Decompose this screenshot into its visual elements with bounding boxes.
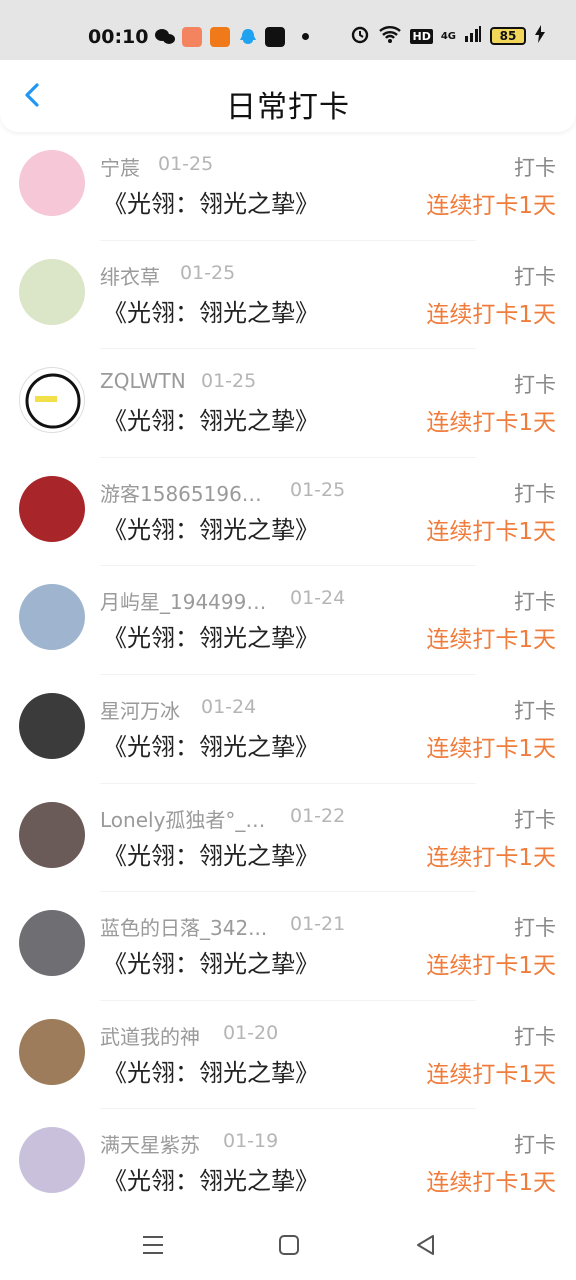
entry-date: 01-21 xyxy=(290,913,346,936)
entry-date: 01-25 xyxy=(180,261,236,284)
list-item[interactable]: 游客158651962... 01-25 打卡 《光翎：翎光之挚》 连续打卡1天 xyxy=(0,458,576,567)
status-time: 00:10 xyxy=(88,26,149,48)
avatar[interactable] xyxy=(19,584,85,651)
avatar[interactable] xyxy=(19,258,85,325)
checkin-tag: 打卡 xyxy=(514,1133,556,1158)
book-title[interactable]: 《光翎：翎光之挚》 xyxy=(103,1053,319,1088)
checkin-tag: 打卡 xyxy=(514,373,556,398)
battery-icon: 85 xyxy=(490,27,526,45)
avatar[interactable] xyxy=(19,801,85,868)
book-title[interactable]: 《光翎：翎光之挚》 xyxy=(103,401,319,436)
checkin-tag: 打卡 xyxy=(514,481,556,506)
list-item[interactable]: 武道我的神 01-20 打卡 《光翎：翎光之挚》 连续打卡1天 xyxy=(0,1001,576,1110)
checkin-tag: 打卡 xyxy=(514,916,556,941)
download-icon xyxy=(210,27,230,47)
checkin-tag: 打卡 xyxy=(514,698,556,723)
list-item[interactable]: 星河万冰 01-24 打卡 《光翎：翎光之挚》 连续打卡1天 xyxy=(0,675,576,784)
streak-label: 连续打卡1天 xyxy=(426,410,556,437)
dot-icon xyxy=(302,33,309,40)
list-item[interactable]: 月屿星_1944999... 01-24 打卡 《光翎：翎光之挚》 连续打卡1天 xyxy=(0,566,576,675)
checkin-list: 宁莀 01-25 打卡 《光翎：翎光之挚》 连续打卡1天 绯衣草 01-25 打… xyxy=(0,132,576,1218)
charging-icon xyxy=(534,25,546,47)
user-name[interactable]: 星河万冰 xyxy=(100,695,180,724)
avatar[interactable] xyxy=(19,692,85,759)
entry-date: 01-19 xyxy=(223,1130,279,1153)
streak-label: 连续打卡1天 xyxy=(426,735,556,762)
streak-label: 连续打卡1天 xyxy=(426,518,556,545)
app-icon-orange xyxy=(182,27,202,47)
checkin-tag: 打卡 xyxy=(514,156,556,180)
menu-icon xyxy=(143,1236,163,1254)
home-button[interactable] xyxy=(276,1232,302,1258)
book-title[interactable]: 《光翎：翎光之挚》 xyxy=(103,618,319,653)
streak-label: 连续打卡1天 xyxy=(426,953,556,980)
streak-label: 连续打卡1天 xyxy=(426,1170,556,1197)
streak-label: 连续打卡1天 xyxy=(426,193,556,219)
checkin-tag: 打卡 xyxy=(514,1024,556,1049)
entry-date: 01-25 xyxy=(158,153,214,175)
entry-date: 01-22 xyxy=(290,804,346,827)
user-name[interactable]: ZQLWTN xyxy=(100,369,186,393)
list-item[interactable]: 满天星紫苏 01-19 打卡 《光翎：翎光之挚》 连续打卡1天 xyxy=(0,1109,576,1218)
book-title[interactable]: 《光翎：翎光之挚》 xyxy=(103,727,319,762)
hd-icon: HD xyxy=(410,28,433,44)
entry-date: 01-20 xyxy=(223,1021,279,1044)
checkin-tag: 打卡 xyxy=(514,264,556,289)
checkin-tag: 打卡 xyxy=(514,807,556,832)
system-navbar xyxy=(0,1210,576,1280)
user-name[interactable]: 满天星紫苏 xyxy=(100,1129,200,1158)
user-name[interactable]: 绯衣草 xyxy=(100,261,160,290)
wechat-icon xyxy=(154,27,175,47)
user-name[interactable]: 游客158651962... xyxy=(100,478,272,507)
book-title[interactable]: 《光翎：翎光之挚》 xyxy=(103,184,319,219)
entry-date: 01-24 xyxy=(201,695,257,718)
network-label: 4G xyxy=(440,30,456,42)
avatar[interactable] xyxy=(19,910,85,977)
tiktok-icon xyxy=(265,27,285,47)
book-title[interactable]: 《光翎：翎光之挚》 xyxy=(103,1161,319,1196)
entry-date: 01-24 xyxy=(290,587,346,610)
user-name[interactable]: 宁莀 xyxy=(100,152,140,181)
menu-button[interactable] xyxy=(140,1232,166,1258)
avatar[interactable] xyxy=(19,1018,85,1085)
status-bar: 00:10 HD 4G 85 xyxy=(0,0,576,60)
book-title[interactable]: 《光翎：翎光之挚》 xyxy=(103,510,319,545)
book-title[interactable]: 《光翎：翎光之挚》 xyxy=(103,944,319,979)
user-name[interactable]: Lonely孤独者°_5... xyxy=(100,804,272,833)
header: 日常打卡 xyxy=(0,60,576,132)
book-title[interactable]: 《光翎：翎光之挚》 xyxy=(103,836,319,871)
triangle-back-icon xyxy=(417,1235,434,1255)
status-right: HD 4G 85 xyxy=(350,24,546,48)
avatar[interactable] xyxy=(19,150,85,216)
user-name[interactable]: 蓝色的日落_342... xyxy=(100,912,267,941)
book-title[interactable]: 《光翎：翎光之挚》 xyxy=(103,293,319,328)
avatar[interactable] xyxy=(19,475,85,542)
entry-date: 01-25 xyxy=(201,370,257,393)
qq-icon xyxy=(238,27,258,47)
list-item[interactable]: 宁莀 01-25 打卡 《光翎：翎光之挚》 连续打卡1天 xyxy=(0,132,576,241)
streak-label: 连续打卡1天 xyxy=(426,301,556,328)
avatar[interactable] xyxy=(19,367,85,434)
user-name[interactable]: 武道我的神 xyxy=(100,1021,200,1050)
signal-icon xyxy=(464,25,482,47)
streak-label: 连续打卡1天 xyxy=(426,627,556,654)
list-item[interactable]: Lonely孤独者°_5... 01-22 打卡 《光翎：翎光之挚》 连续打卡1… xyxy=(0,784,576,893)
list-item[interactable]: 蓝色的日落_342... 01-21 打卡 《光翎：翎光之挚》 连续打卡1天 xyxy=(0,892,576,1001)
back-nav-button[interactable] xyxy=(413,1232,439,1258)
list-item[interactable]: 绯衣草 01-25 打卡 《光翎：翎光之挚》 连续打卡1天 xyxy=(0,241,576,350)
streak-label: 连续打卡1天 xyxy=(426,844,556,871)
list-item[interactable]: ZQLWTN 01-25 打卡 《光翎：翎光之挚》 连续打卡1天 xyxy=(0,349,576,458)
alarm-icon xyxy=(350,24,370,48)
user-name[interactable]: 月屿星_1944999... xyxy=(100,586,272,615)
home-icon xyxy=(279,1235,299,1255)
avatar[interactable] xyxy=(19,1127,85,1194)
checkin-tag: 打卡 xyxy=(514,590,556,615)
page-title: 日常打卡 xyxy=(226,90,350,125)
entry-date: 01-25 xyxy=(290,478,346,501)
streak-label: 连续打卡1天 xyxy=(426,1061,556,1088)
wifi-icon xyxy=(378,24,402,48)
